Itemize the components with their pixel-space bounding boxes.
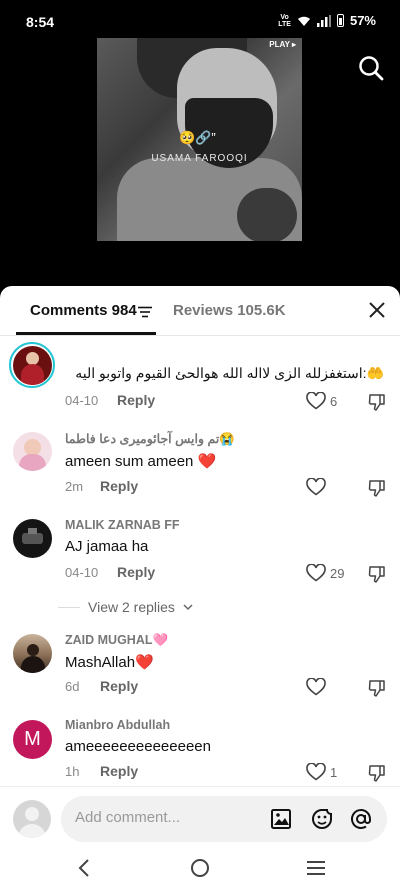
- avatar[interactable]: M: [13, 720, 52, 759]
- like-count: 29: [330, 565, 345, 581]
- status-bar: 8:54 Vo LTE 57%: [0, 0, 400, 40]
- comment-input-bar: Add comment...: [0, 786, 400, 842]
- comment-username[interactable]: MALIK ZARNAB FF: [65, 518, 180, 532]
- battery-level: 57%: [349, 13, 376, 28]
- system-nav-bar: [0, 842, 400, 893]
- comment-date: 04-10: [65, 393, 99, 408]
- battery-icon: [336, 14, 344, 27]
- comment-input[interactable]: Add comment...: [61, 796, 387, 842]
- heart-icon: [306, 392, 326, 410]
- dislike-icon[interactable]: [368, 479, 386, 497]
- like-button[interactable]: [306, 678, 330, 696]
- recents-icon[interactable]: [304, 856, 328, 880]
- home-icon[interactable]: [188, 856, 212, 880]
- tab-underline: [16, 332, 156, 335]
- reply-button[interactable]: Reply: [117, 564, 155, 580]
- like-count: 6: [330, 393, 338, 409]
- avatar[interactable]: [13, 432, 52, 471]
- video-player[interactable]: PLAY ▸ 🥺🔗” USAMA FAROOQI: [97, 38, 302, 241]
- video-badge: PLAY ▸: [269, 40, 296, 49]
- comment-date: 6d: [65, 679, 80, 694]
- like-button[interactable]: 1: [306, 763, 337, 781]
- comment-username[interactable]: تم وایس آجائومیری دعا فاطما😭: [65, 431, 235, 447]
- comment-username[interactable]: Mianbro Abdullah: [65, 718, 170, 732]
- reply-button[interactable]: Reply: [100, 763, 138, 779]
- emoji-icon[interactable]: [310, 807, 334, 831]
- status-time: 8:54: [26, 14, 55, 30]
- signal-icon: [316, 14, 331, 27]
- video-caption: USAMA FAROOQI: [151, 153, 248, 164]
- avatar-letter: M: [24, 728, 41, 750]
- status-icons: Vo LTE 57%: [278, 13, 376, 28]
- dislike-icon[interactable]: [368, 679, 386, 697]
- comment-date: 2m: [65, 479, 84, 494]
- user-avatar[interactable]: [13, 800, 51, 838]
- comment-text: ameeeeeeeeeeeeeen: [65, 738, 211, 755]
- heart-icon: [306, 564, 326, 582]
- heart-icon: [306, 678, 326, 696]
- mention-icon[interactable]: [349, 807, 373, 831]
- avatar[interactable]: [13, 519, 52, 558]
- avatar[interactable]: [13, 346, 52, 385]
- dislike-icon[interactable]: [368, 764, 386, 782]
- tab-reviews[interactable]: Reviews 105.6K: [173, 302, 286, 319]
- tab-comments[interactable]: Comments 984: [30, 302, 137, 319]
- back-icon[interactable]: [73, 856, 97, 880]
- heart-icon: [306, 763, 326, 781]
- image-icon[interactable]: [269, 807, 293, 831]
- like-count: 1: [330, 764, 338, 780]
- view-replies-button[interactable]: View 2 replies: [58, 599, 193, 615]
- comment-input-placeholder: Add comment...: [75, 809, 181, 826]
- like-button[interactable]: [306, 478, 330, 496]
- tab-bar: Comments 984 Reviews 105.6K: [0, 286, 400, 336]
- dislike-icon[interactable]: [368, 565, 386, 583]
- dislike-icon[interactable]: [368, 393, 386, 411]
- close-icon[interactable]: [366, 299, 388, 321]
- sort-icon[interactable]: [138, 306, 152, 318]
- reply-button[interactable]: Reply: [117, 392, 155, 408]
- view-replies-label: View 2 replies: [88, 599, 175, 615]
- heart-icon: [306, 478, 326, 496]
- comment-text: ameen sum ameen ❤️: [65, 453, 217, 470]
- comment-text: MashAllah❤️: [65, 654, 154, 671]
- reply-button[interactable]: Reply: [100, 678, 138, 694]
- like-button[interactable]: 29: [306, 564, 344, 582]
- chevron-down-icon: [183, 603, 193, 610]
- comment-username[interactable]: ZAID MUGHAL🩷: [65, 633, 168, 648]
- avatar[interactable]: [13, 634, 52, 673]
- like-button[interactable]: 6: [306, 392, 337, 410]
- volte-icon: Vo LTE: [278, 13, 291, 28]
- reply-button[interactable]: Reply: [100, 478, 138, 494]
- comment-text: AJ jamaa ha: [65, 538, 149, 555]
- search-icon[interactable]: [358, 55, 384, 81]
- video-emoji: 🥺🔗”: [179, 130, 216, 145]
- comment-text: 🤲:استغفزلله الزى لااله الله هوالحئ القيو…: [75, 365, 384, 381]
- comment-date: 1h: [65, 764, 80, 779]
- wifi-icon: [297, 16, 310, 26]
- comment-date: 04-10: [65, 565, 99, 580]
- comments-sheet: Comments 984 Reviews 105.6K 🤲:استغفزلله …: [0, 286, 400, 893]
